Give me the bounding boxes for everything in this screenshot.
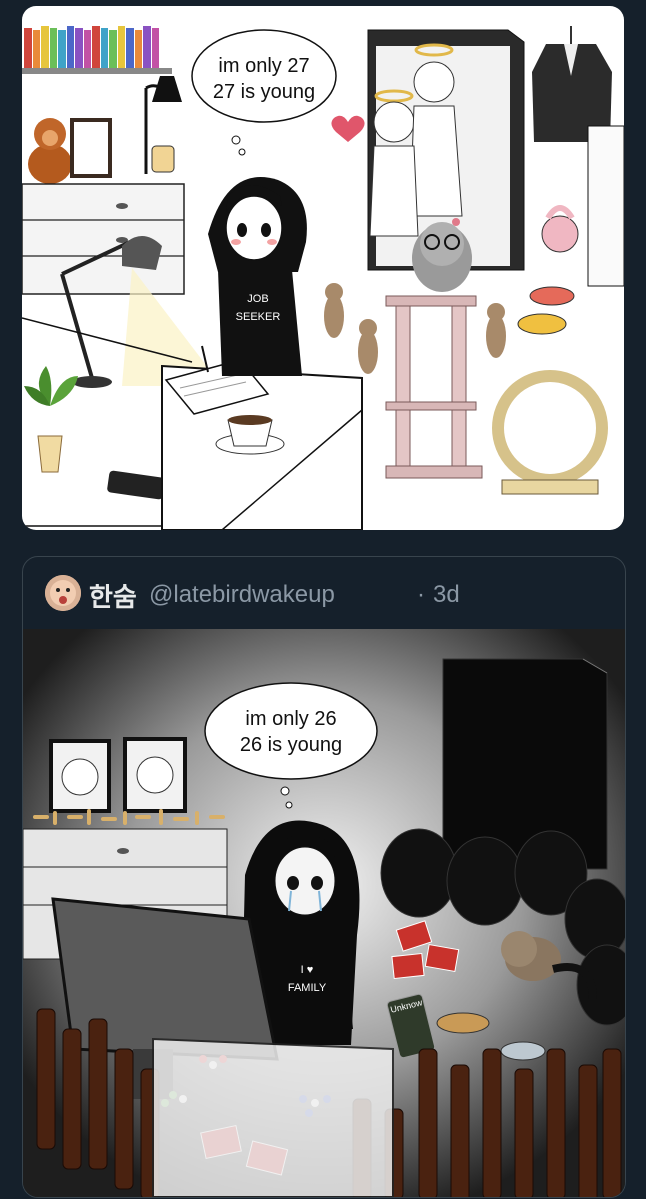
cat-wheel	[492, 370, 608, 495]
bubble-text-line1: im only 26	[245, 708, 336, 730]
user-handle[interactable]: @latebirdwakeup	[149, 581, 335, 609]
dresser	[22, 183, 185, 295]
cat-tower	[385, 295, 483, 479]
pet-bowls	[517, 286, 575, 335]
bubble-text-line2: 26 is young	[240, 734, 342, 756]
shirt-text-line1: JOB	[247, 293, 268, 305]
lamp-top	[144, 76, 182, 174]
comic-image-1[interactable]: JOB SEEKER im only 27 27 is young	[22, 6, 624, 530]
kettlebell	[541, 205, 579, 253]
bubble-text-line1: im only 27	[218, 55, 309, 77]
phone	[107, 470, 165, 500]
timestamp[interactable]: 3d	[433, 581, 460, 609]
shirt-text-line2: FAMILY	[288, 982, 327, 994]
shelf	[22, 68, 172, 74]
avatar[interactable]	[45, 575, 81, 611]
book-row	[24, 26, 159, 68]
quote-tweet-header: 한숨 @latebirdwakeup · 3d	[23, 557, 625, 629]
dark-doorway	[442, 658, 608, 870]
girl-character: JOB SEEKER	[201, 177, 307, 376]
avatar-face-icon	[45, 575, 81, 611]
shirt-text-line1: I ♥	[301, 964, 314, 976]
shirt-text-line2: SEEKER	[236, 311, 281, 323]
bubble-text-line2: 27 is young	[213, 81, 315, 103]
monkey-plush	[28, 118, 72, 184]
thought-bubble: im only 27 27 is young	[191, 29, 337, 156]
doorway	[587, 125, 624, 287]
blazer	[532, 26, 612, 142]
comic-illustration-2: im only 26 26 is young I ♥ FAMILY Unknow	[23, 629, 625, 1197]
separator-dot: ·	[417, 581, 425, 608]
photo-frame	[70, 118, 112, 178]
desk-dark	[152, 1037, 394, 1197]
comic-image-2[interactable]: im only 26 26 is young I ♥ FAMILY Unknow	[23, 629, 625, 1197]
comic-illustration-1: JOB SEEKER im only 27 27 is young	[22, 26, 624, 530]
potted-plant	[24, 366, 78, 473]
heart-icon	[331, 115, 365, 142]
quote-tweet-card[interactable]: 한숨 @latebirdwakeup · 3d im only 26 26 is…	[22, 556, 626, 1198]
display-name[interactable]: 한숨	[89, 577, 137, 614]
